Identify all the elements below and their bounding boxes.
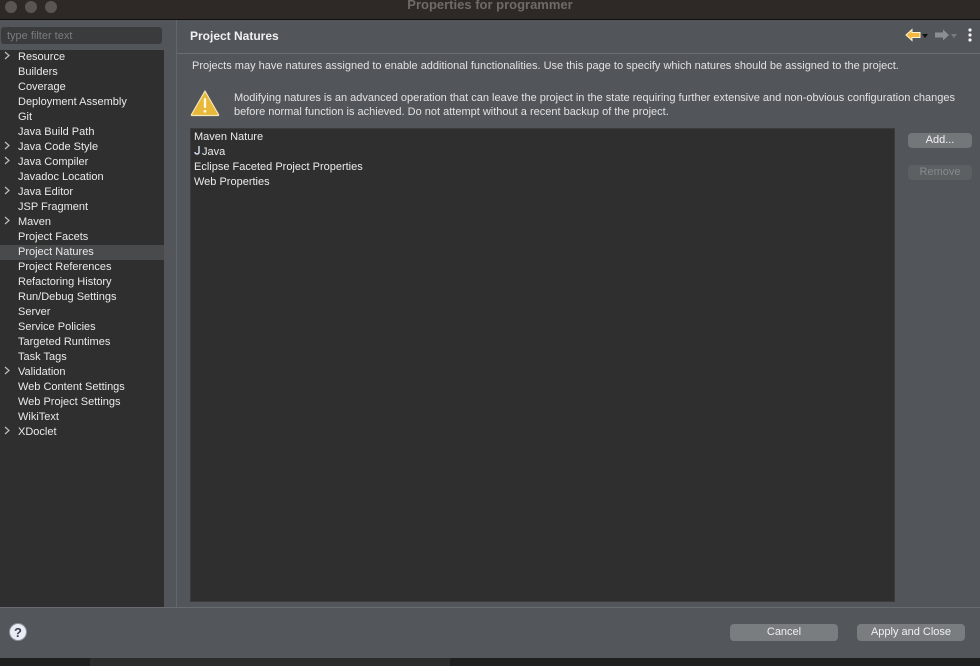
sidebar-item-label: Project References	[18, 261, 112, 273]
sidebar-item-label: Project Natures	[18, 246, 94, 258]
sidebar-item-label: Task Tags	[18, 351, 67, 363]
sidebar-item-coverage[interactable]: Coverage	[0, 80, 164, 95]
nature-item[interactable]: Maven Nature	[191, 130, 894, 145]
sidebar-item-label: Resource	[18, 51, 66, 63]
sidebar-item-server[interactable]: Server	[0, 305, 164, 320]
back-history-dropdown-icon[interactable]	[922, 30, 928, 42]
forward-history-dropdown-icon[interactable]	[951, 30, 957, 42]
sidebar-item-label: WikiText	[18, 411, 59, 423]
sidebar-item-label: XDoclet	[18, 426, 57, 438]
sidebar-item-builders[interactable]: Builders	[0, 65, 164, 80]
back-arrow-icon[interactable]	[905, 27, 921, 45]
sidebar-item-refactoring-history[interactable]: Refactoring History	[0, 275, 164, 290]
nature-label: Maven Nature	[194, 131, 264, 143]
sidebar-item-java-code-style[interactable]: Java Code Style	[0, 140, 164, 155]
sidebar-item-label: Java Build Path	[18, 126, 95, 138]
sidebar-item-label: JSP Fragment	[18, 201, 89, 213]
property-page-tree: Resource Builders Coverage Deployment Assem…	[0, 50, 164, 607]
sidebar-item-label: Deployment Assembly	[18, 96, 127, 108]
sidebar-item-label: Server	[18, 306, 51, 318]
sidebar-item-label: Java Editor	[18, 186, 74, 198]
sidebar-item-xdoclet[interactable]: XDoclet	[0, 425, 164, 440]
sidebar-item-label: Git	[18, 111, 33, 123]
sidebar-item-label: Web Project Settings	[18, 396, 121, 408]
sidebar-item-web-project-settings[interactable]: Web Project Settings	[0, 395, 164, 410]
sidebar-item-web-content-settings[interactable]: Web Content Settings	[0, 380, 164, 395]
sidebar-item-task-tags[interactable]: Task Tags	[0, 350, 164, 365]
sidebar-item-label: Coverage	[18, 81, 66, 93]
left-panel: Resource Builders Coverage Deployment Assem…	[0, 20, 165, 607]
sidebar-item-label: Validation	[18, 366, 66, 378]
sidebar-item-label: Service Policies	[18, 321, 96, 333]
sidebar-item-project-references[interactable]: Project References	[0, 260, 164, 275]
warning-icon	[190, 89, 220, 117]
sidebar-item-project-natures[interactable]: Project Natures	[0, 245, 164, 260]
sidebar-item-resource[interactable]: Resource	[0, 50, 164, 65]
nature-label: Eclipse Faceted Project Properties	[194, 161, 363, 173]
natures-list[interactable]: Maven Nature Java Eclipse Faceted Project …	[190, 128, 895, 602]
sidebar-item-label: Builders	[18, 66, 58, 78]
help-icon[interactable]: ?	[9, 623, 27, 641]
sidebar-item-javadoc-location[interactable]: Javadoc Location	[0, 170, 164, 185]
sidebar-item-deployment-assembly[interactable]: Deployment Assembly	[0, 95, 164, 110]
sidebar-item-java-build-path[interactable]: Java Build Path	[0, 125, 164, 140]
cancel-button[interactable]: Cancel	[730, 624, 838, 641]
nature-label: Java	[202, 146, 226, 158]
chevron-right-icon[interactable]	[4, 215, 12, 230]
page-navigation	[905, 27, 972, 45]
sidebar-item-label: Run/Debug Settings	[18, 291, 117, 303]
nature-label: Web Properties	[194, 176, 270, 188]
page-description: Projects may have natures assigned to en…	[192, 60, 899, 72]
sidebar-item-label: Targeted Runtimes	[18, 336, 111, 348]
sidebar-item-git[interactable]: Git	[0, 110, 164, 125]
nature-item[interactable]: Eclipse Faceted Project Properties	[191, 160, 894, 175]
sidebar-item-java-editor[interactable]: Java Editor	[0, 185, 164, 200]
apply-and-close-button[interactable]: Apply and Close	[857, 624, 965, 641]
sidebar-item-label: Maven	[18, 216, 52, 228]
nature-item[interactable]: Web Properties	[191, 175, 894, 190]
sidebar-item-wikitext[interactable]: WikiText	[0, 410, 164, 425]
sidebar-item-targeted-runtimes[interactable]: Targeted Runtimes	[0, 335, 164, 350]
page-header: Project Natures	[177, 20, 980, 54]
forward-arrow-icon[interactable]	[934, 28, 950, 45]
dialog-footer: ? Cancel Apply and Close	[0, 608, 980, 658]
page-title: Project Natures	[190, 29, 279, 43]
chevron-right-icon[interactable]	[4, 365, 12, 380]
sidebar-item-label: Javadoc Location	[18, 171, 104, 183]
sidebar-item-label: Java Compiler	[18, 156, 89, 168]
sidebar-item-maven[interactable]: Maven	[0, 215, 164, 230]
sidebar-item-label: Web Content Settings	[18, 381, 125, 393]
sidebar-item-validation[interactable]: Validation	[0, 365, 164, 380]
chevron-right-icon[interactable]	[4, 185, 12, 200]
filter-input[interactable]	[1, 27, 162, 44]
sidebar-item-label: Refactoring History	[18, 276, 112, 288]
chevron-right-icon[interactable]	[4, 50, 12, 65]
more-options-icon[interactable]	[968, 27, 972, 45]
properties-dialog: Resource Builders Coverage Deployment Assem…	[0, 20, 980, 658]
add-nature-button[interactable]: Add...	[908, 133, 972, 148]
java-nature-icon	[194, 145, 202, 160]
sidebar-item-jsp-fragment[interactable]: JSP Fragment	[0, 200, 164, 215]
chevron-right-icon[interactable]	[4, 425, 12, 440]
sidebar-item-java-compiler[interactable]: Java Compiler	[0, 155, 164, 170]
window-titlebar: Properties for programmer	[0, 0, 980, 20]
window-title: Properties for programmer	[407, 0, 573, 12]
sidebar-item-label: Project Facets	[18, 231, 89, 243]
background-window-edge	[90, 658, 450, 666]
nature-item[interactable]: Java	[191, 145, 894, 160]
chevron-right-icon[interactable]	[4, 140, 12, 155]
remove-nature-button[interactable]: Remove	[908, 165, 972, 180]
right-panel: Project Natures Projects may have nature…	[177, 20, 980, 607]
sidebar-item-service-policies[interactable]: Service Policies	[0, 320, 164, 335]
sidebar-item-run-debug-settings[interactable]: Run/Debug Settings	[0, 290, 164, 305]
sidebar-item-project-facets[interactable]: Project Facets	[0, 230, 164, 245]
background-window-strip	[0, 658, 980, 666]
chevron-right-icon[interactable]	[4, 155, 12, 170]
sidebar-item-label: Java Code Style	[18, 141, 99, 153]
warning-message: Modifying natures is an advanced operati…	[234, 92, 955, 118]
